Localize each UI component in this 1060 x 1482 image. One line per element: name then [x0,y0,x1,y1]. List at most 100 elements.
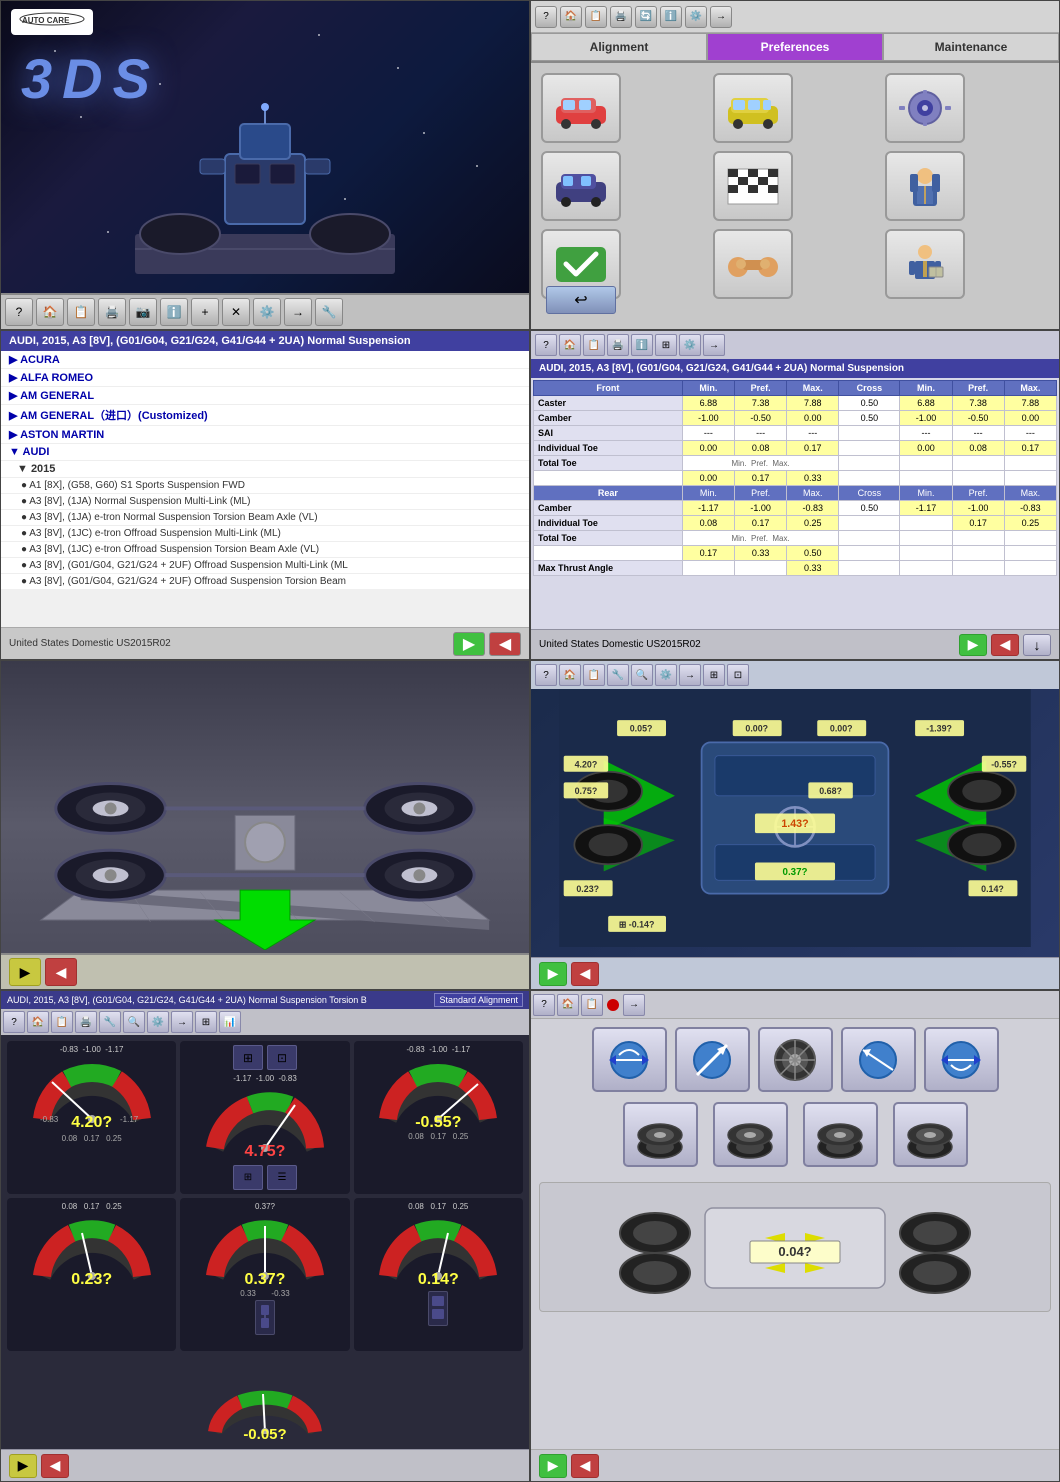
tbl-fwd[interactable]: → [703,334,725,356]
list-item-am-general[interactable]: ▶ AM GENERAL [1,387,529,405]
wi-back-btn[interactable]: ◀ [571,1454,599,1478]
live-back-btn[interactable]: ◀ [571,962,599,986]
pref-print-btn[interactable]: 🖨️ [610,6,632,28]
vehicle-list-items[interactable]: ▶ ACURA ▶ ALFA ROMEO ▶ AM GENERAL ▶ AM G… [1,351,529,589]
wi-fwd[interactable]: → [623,994,645,1016]
list-item-a3-1ja-ml[interactable]: ● A3 [8V], (1JA) Normal Suspension Multi… [1,494,529,510]
tbl-clip[interactable]: 📋 [583,334,605,356]
list-item-a3-g01-offroad-beam[interactable]: ● A3 [8V], (G01/G04, G21/G24 + 2UF) Offr… [1,574,529,589]
gauge-center-icon3[interactable]: ⊞ [233,1165,263,1190]
live-home[interactable]: 🏠 [559,664,581,686]
wi-home[interactable]: 🏠 [557,994,579,1016]
list-item-alfa[interactable]: ▶ ALFA ROMEO [1,369,529,387]
g-extra1[interactable]: ⊞ [195,1011,217,1033]
wi-icon-camber-right[interactable] [924,1027,999,1092]
list-item-2015[interactable]: ▼ 2015 [1,461,529,478]
pref-car-yellow-btn[interactable] [713,73,793,143]
wi-icon-arrow-diag[interactable] [675,1027,750,1092]
live-clip[interactable]: 📋 [583,664,605,686]
gauge-center-icon4[interactable]: ☰ [267,1165,297,1190]
live-extra2[interactable]: ⊡ [727,664,749,686]
pref-car-red-btn[interactable] [541,73,621,143]
list-item-audi[interactable]: ▼ AUDI [1,444,529,461]
close-btn[interactable]: ✕ [222,298,250,326]
wi-icon-wheel-center[interactable] [758,1027,833,1092]
list-item-a1[interactable]: ● A1 [8X], (G58, G60) S1 Sports Suspensi… [1,478,529,494]
list-item-aston[interactable]: ▶ ASTON MARTIN [1,426,529,444]
g-fwd[interactable]: → [171,1011,193,1033]
g-print[interactable]: 🖨️ [75,1011,97,1033]
gauge-center-icon1[interactable]: ⊞ [233,1045,263,1070]
table-down-btn[interactable]: ↓ [1023,634,1051,656]
settings-btn[interactable]: ⚙️ [253,298,281,326]
g-help[interactable]: ? [3,1011,25,1033]
tbl-print[interactable]: 🖨️ [607,334,629,356]
wrench-btn[interactable]: 🔧 [315,298,343,326]
live-gear[interactable]: ⚙️ [655,664,677,686]
forward-btn[interactable]: → [284,298,312,326]
pref-handshake-btn[interactable] [713,229,793,299]
wi-icon-toe-arrows[interactable] [841,1027,916,1092]
live-extra[interactable]: ⊞ [703,664,725,686]
g-home[interactable]: 🏠 [27,1011,49,1033]
pref-clip-btn[interactable]: 📋 [585,6,607,28]
wi-icon-tire1[interactable] [623,1102,698,1167]
tbl-help[interactable]: ? [535,334,557,356]
pref-refresh-btn[interactable]: 🔄 [635,6,657,28]
help-btn[interactable]: ? [5,298,33,326]
pref-back-btn[interactable]: ↩ [546,286,616,314]
list-item-am-general-import[interactable]: ▶ AM GENERAL（进口）(Customized) [1,405,529,426]
tbl-grid[interactable]: ⊞ [655,334,677,356]
home-btn[interactable]: 🏠 [36,298,64,326]
list-item-a3-1ja-vl[interactable]: ● A3 [8V], (1JA) e-tron Normal Suspensio… [1,510,529,526]
gauge-center-icon2[interactable]: ⊡ [267,1045,297,1070]
pref-home-btn[interactable]: 🏠 [560,6,582,28]
clipboard-btn[interactable]: 📋 [67,298,95,326]
wi-next-btn[interactable]: ▶ [539,1454,567,1478]
tbl-home[interactable]: 🏠 [559,334,581,356]
pref-info-btn[interactable]: ℹ️ [660,6,682,28]
tab-alignment[interactable]: Alignment [531,33,707,61]
tab-preferences[interactable]: Preferences [707,33,883,61]
live-zoom[interactable]: 🔍 [631,664,653,686]
g-extra2[interactable]: 📊 [219,1011,241,1033]
tbl-info[interactable]: ℹ️ [631,334,653,356]
gauges-next-btn[interactable]: ▶ [9,1454,37,1478]
wi-clip[interactable]: 📋 [581,994,603,1016]
print-btn[interactable]: 🖨️ [98,298,126,326]
live-fwd[interactable]: → [679,664,701,686]
list-item-a3-1jc-ml[interactable]: ● A3 [8V], (1JC) e-tron Offroad Suspensi… [1,526,529,542]
next-btn[interactable]: ▶ [453,632,485,656]
pref-gear-circle-btn[interactable] [885,73,965,143]
list-item-a3-g01-offroad-ml[interactable]: ● A3 [8V], (G01/G04, G21/G24 + 2UF) Offr… [1,558,529,574]
g-clip[interactable]: 📋 [51,1011,73,1033]
wi-help[interactable]: ? [533,994,555,1016]
pref-checkered-btn[interactable] [713,151,793,221]
pref-car-blue-btn[interactable] [541,151,621,221]
live-help[interactable]: ? [535,664,557,686]
tab-maintenance[interactable]: Maintenance [883,33,1059,61]
camera-btn[interactable]: 📷 [129,298,157,326]
wheel-anim-back-btn[interactable]: ◀ [45,958,77,986]
info-btn[interactable]: ℹ️ [160,298,188,326]
back-btn[interactable]: ◀ [489,632,521,656]
g-zoom[interactable]: 🔍 [123,1011,145,1033]
table-back-btn[interactable]: ◀ [991,634,1019,656]
live-wrench[interactable]: 🔧 [607,664,629,686]
g-wrench[interactable]: 🔧 [99,1011,121,1033]
wi-icon-tire4[interactable] [893,1102,968,1167]
wi-icon-camber-left[interactable] [592,1027,667,1092]
live-next-btn[interactable]: ▶ [539,962,567,986]
pref-gear-btn[interactable]: ⚙️ [685,6,707,28]
pref-help-btn[interactable]: ? [535,6,557,28]
list-item-a3-1jc-vl[interactable]: ● A3 [8V], (1JC) e-tron Offroad Suspensi… [1,542,529,558]
tbl-gear[interactable]: ⚙️ [679,334,701,356]
add-btn[interactable]: + [191,298,219,326]
wheel-anim-next-btn[interactable]: ▶ [9,958,41,986]
list-item-acura[interactable]: ▶ ACURA [1,351,529,369]
g-gear[interactable]: ⚙️ [147,1011,169,1033]
gauges-back-btn[interactable]: ◀ [41,1454,69,1478]
wi-icon-tire2[interactable] [713,1102,788,1167]
pref-businessman-btn[interactable] [885,229,965,299]
pref-fwd-btn[interactable]: → [710,6,732,28]
